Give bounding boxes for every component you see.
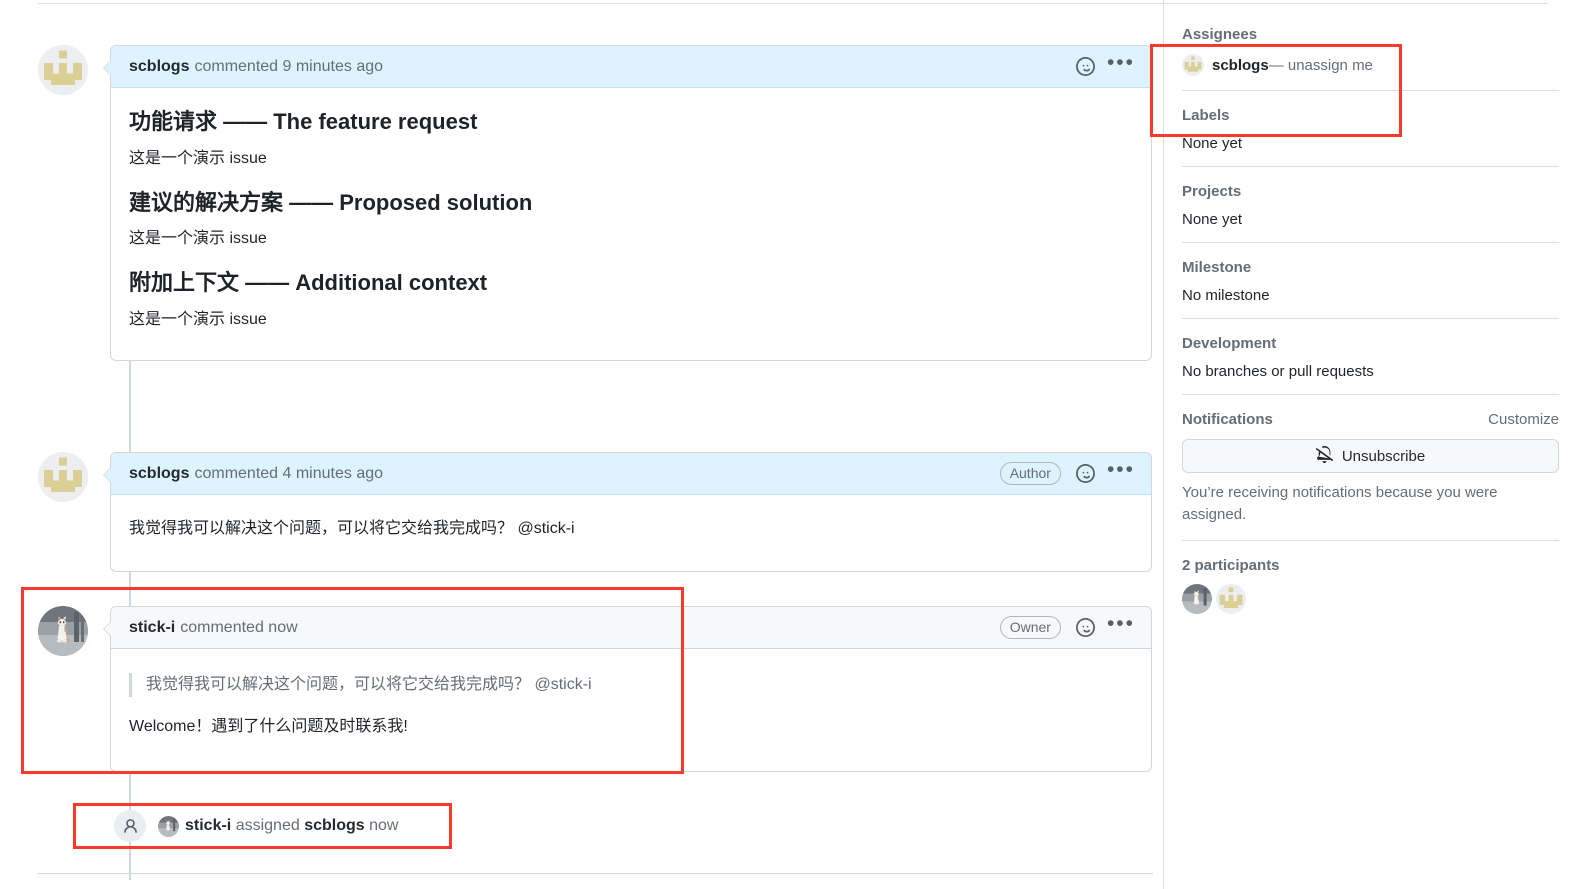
avatar-scblogs-mini (1182, 54, 1204, 76)
sidebar-section-projects: Projects None yet (1182, 167, 1559, 243)
smiley-icon[interactable] (1075, 464, 1095, 483)
comment-timestamp: commented 9 minutes ago (194, 57, 384, 75)
labels-title: Labels (1182, 107, 1230, 124)
avatar-scblogs-participant[interactable] (1216, 583, 1246, 614)
comment-box: scblogs commented 4 minutes ago Author •… (103, 452, 1152, 572)
projects-title: Projects (1182, 183, 1242, 200)
sidebar-section-labels: Labels None yet (1182, 91, 1559, 167)
smiley-icon[interactable] (1075, 57, 1095, 76)
comment-header: scblogs commented 9 minutes ago ••• (111, 46, 1151, 88)
comment-body: 我觉得我可以解决这个问题，可以将它交给我完成吗？ @stick-i Welcom… (111, 649, 1151, 771)
comment-paragraph: 这是一个演示 issue (129, 230, 267, 248)
development-value: No branches or pull requests (1182, 363, 1374, 380)
cat-photo-icon (1182, 583, 1212, 614)
milestone-value: No milestone (1182, 287, 1270, 304)
unsubscribe-button[interactable]: Unsubscribe (1182, 439, 1559, 473)
timeline-event-assigned: stick-i assigned scblogs now (114, 810, 398, 842)
identicon-scblogs-icon (38, 45, 88, 95)
owner-badge: Owner (999, 616, 1061, 639)
cat-photo-icon (38, 606, 88, 656)
milestone-heading[interactable]: Milestone (1182, 259, 1559, 276)
sidebar-section-notifications: Notifications Customize Unsubscribe You’… (1182, 395, 1559, 541)
sidebar-section-milestone: Milestone No milestone (1182, 243, 1559, 319)
unassign-me-link[interactable]: — unassign me (1269, 57, 1373, 74)
sidebar-section-participants: 2 participants (1182, 541, 1559, 628)
comment-paragraph: 我觉得我可以解决这个问题，可以将它交给我完成吗？ @stick-i (129, 520, 575, 537)
avatar-scblogs[interactable] (38, 45, 88, 95)
comment-header: stick-i commented now Owner ••• (111, 607, 1151, 649)
event-target[interactable]: scblogs (304, 817, 364, 835)
comment-heading: 功能请求 —— The feature request (129, 109, 478, 134)
comment-paragraph: Welcome！遇到了什么问题及时联系我! (129, 718, 408, 735)
projects-heading[interactable]: Projects (1182, 183, 1559, 200)
identicon-scblogs-icon (1216, 583, 1246, 614)
development-title: Development (1182, 335, 1277, 352)
comment-author[interactable]: stick-i (129, 619, 175, 637)
identicon-scblogs-icon (1182, 54, 1204, 76)
participants-avatars (1182, 583, 1559, 614)
comment-body: 功能请求 —— The feature request 这是一个演示 issue… (111, 88, 1151, 360)
participants-title: 2 participants (1182, 556, 1280, 574)
participants-heading: 2 participants (1182, 557, 1559, 574)
assignees-title: Assignees (1182, 26, 1258, 43)
comment-paragraph: 这是一个演示 issue (129, 310, 267, 328)
unsubscribe-label: Unsubscribe (1341, 447, 1426, 465)
comment-timestamp: commented 4 minutes ago (194, 464, 384, 482)
comment-body: 我觉得我可以解决这个问题，可以将它交给我完成吗？ @stick-i (111, 495, 1151, 571)
issue-sidebar: Assignees scblogs — unassign me Labels N… (1163, 0, 1579, 889)
milestone-title: Milestone (1182, 259, 1252, 276)
comment-author[interactable]: scblogs (129, 58, 189, 76)
event-time: now (369, 817, 399, 834)
issue-page: scblogs commented 9 minutes ago ••• 功能请求… (0, 0, 1579, 889)
comment-timestamp: commented now (180, 618, 298, 636)
avatar-stick-i-participant[interactable] (1182, 583, 1212, 614)
comment-box: stick-i commented now Owner ••• 我觉得我可以解决… (103, 606, 1152, 772)
bell-slash-icon (1315, 445, 1333, 467)
event-text: stick-i assigned scblogs now (158, 815, 399, 837)
notifications-note: You’re receiving notifications because y… (1182, 484, 1498, 523)
event-verb: assigned (235, 817, 300, 834)
comment-header: scblogs commented 4 minutes ago Author •… (111, 453, 1151, 495)
person-icon (114, 810, 146, 842)
bottom-divider (38, 873, 1153, 874)
comment-paragraph: 这是一个演示 issue (129, 149, 267, 167)
cat-photo-icon (158, 815, 179, 837)
timeline-comment-2: scblogs commented 4 minutes ago Author •… (38, 452, 1152, 572)
comment-heading: 建议的解决方案 —— Proposed solution (129, 189, 533, 215)
sidebar-section-development: Development No branches or pull requests (1182, 319, 1559, 395)
customize-link[interactable]: Customize (1488, 411, 1559, 428)
event-actor[interactable]: stick-i (185, 817, 231, 835)
notifications-title: Notifications (1182, 411, 1273, 428)
identicon-scblogs-icon (38, 452, 88, 502)
timeline-comment-1: scblogs commented 9 minutes ago ••• 功能请求… (38, 45, 1152, 361)
avatar-stick-i[interactable] (38, 606, 88, 656)
sidebar-section-assignees: Assignees scblogs — unassign me (1182, 0, 1559, 91)
smiley-icon[interactable] (1075, 618, 1095, 637)
labels-heading[interactable]: Labels (1182, 107, 1559, 124)
notifications-heading: Notifications Customize (1182, 411, 1559, 428)
kebab-horizontal-icon[interactable]: ••• (1107, 52, 1135, 76)
kebab-horizontal-icon[interactable]: ••• (1107, 613, 1135, 637)
labels-value: None yet (1182, 135, 1243, 152)
comment-author[interactable]: scblogs (129, 465, 189, 483)
author-badge: Author (999, 462, 1061, 485)
comment-box: scblogs commented 9 minutes ago ••• 功能请求… (103, 45, 1152, 361)
avatar-scblogs[interactable] (38, 452, 88, 502)
assignee-item[interactable]: scblogs — unassign me (1182, 54, 1559, 76)
kebab-horizontal-icon[interactable]: ••• (1107, 459, 1135, 483)
timeline-comment-3: stick-i commented now Owner ••• 我觉得我可以解决… (38, 606, 1152, 772)
assignees-heading[interactable]: Assignees (1182, 26, 1559, 43)
assignee-name[interactable]: scblogs (1212, 57, 1269, 74)
comment-blockquote: 我觉得我可以解决这个问题，可以将它交给我完成吗？ @stick-i (129, 673, 1133, 697)
issue-timeline: scblogs commented 9 minutes ago ••• 功能请求… (0, 0, 1160, 889)
comment-heading: 附加上下文 —— Additional context (129, 270, 488, 296)
avatar-stick-i-mini[interactable] (158, 815, 179, 837)
development-heading[interactable]: Development (1182, 335, 1559, 352)
projects-value: None yet (1182, 211, 1243, 228)
